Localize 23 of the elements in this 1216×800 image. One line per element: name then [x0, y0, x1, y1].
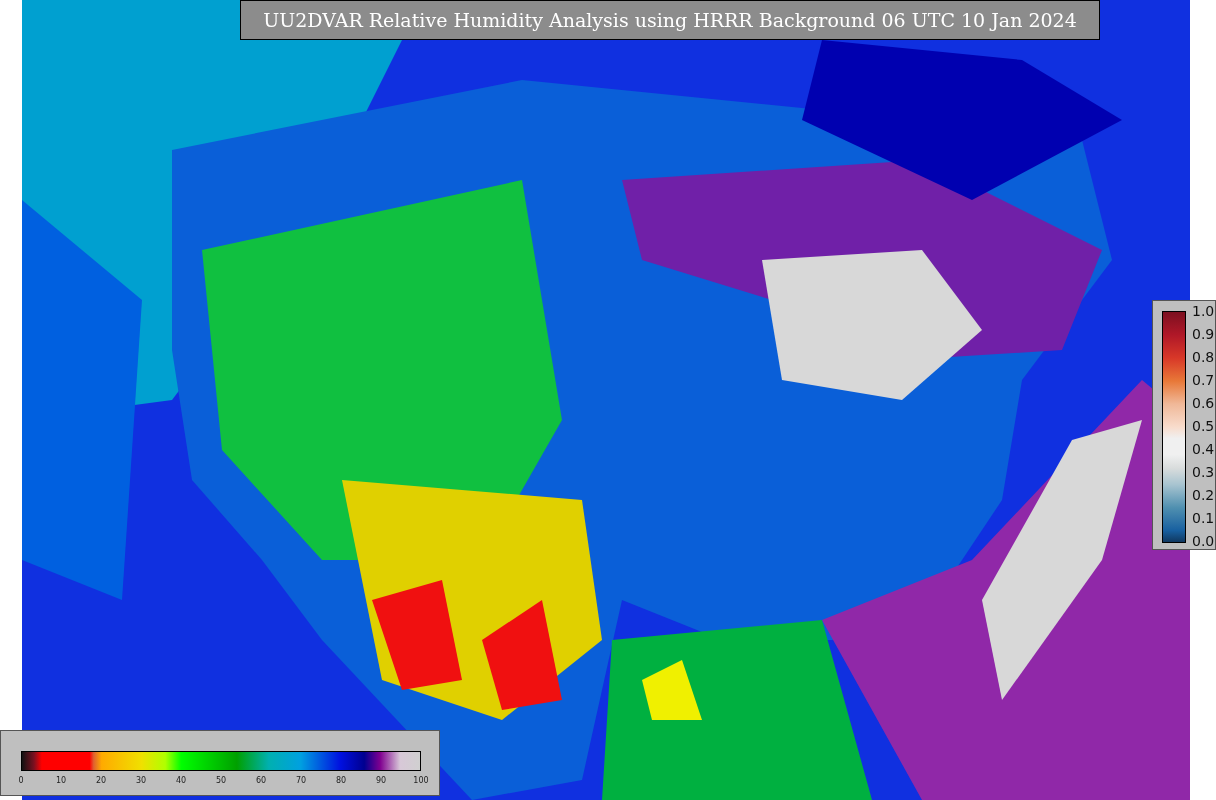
- tick-label: 90: [375, 776, 387, 785]
- tick-label: 10: [55, 776, 67, 785]
- tick-label: 0.1: [1192, 510, 1215, 526]
- tick-label: 0.8: [1192, 349, 1215, 365]
- tick-label: 0.3: [1192, 464, 1215, 480]
- tick-label: 30: [135, 776, 147, 785]
- chart-title: UU2DVAR Relative Humidity Analysis using HRRR Background 06 UTC 10 Jan 2024: [240, 0, 1100, 40]
- tick-label: 0.2: [1192, 487, 1215, 503]
- tick-label: 0.6: [1192, 395, 1215, 411]
- tick-label: 0.4: [1192, 441, 1215, 457]
- tick-label: 0.0: [1192, 533, 1215, 549]
- tick-label: 0.9: [1192, 326, 1215, 342]
- tick-label: 0.5: [1192, 418, 1215, 434]
- tick-label: 0.7: [1192, 372, 1215, 388]
- tick-label: 100: [413, 776, 429, 785]
- tick-label: 70: [295, 776, 307, 785]
- tick-label: 40: [175, 776, 187, 785]
- tick-label: 60: [255, 776, 267, 785]
- tick-label: 1.0: [1192, 303, 1215, 319]
- tick-label: 20: [95, 776, 107, 785]
- tick-label: 0: [18, 776, 24, 785]
- tick-label: 80: [335, 776, 347, 785]
- tick-label: 50: [215, 776, 227, 785]
